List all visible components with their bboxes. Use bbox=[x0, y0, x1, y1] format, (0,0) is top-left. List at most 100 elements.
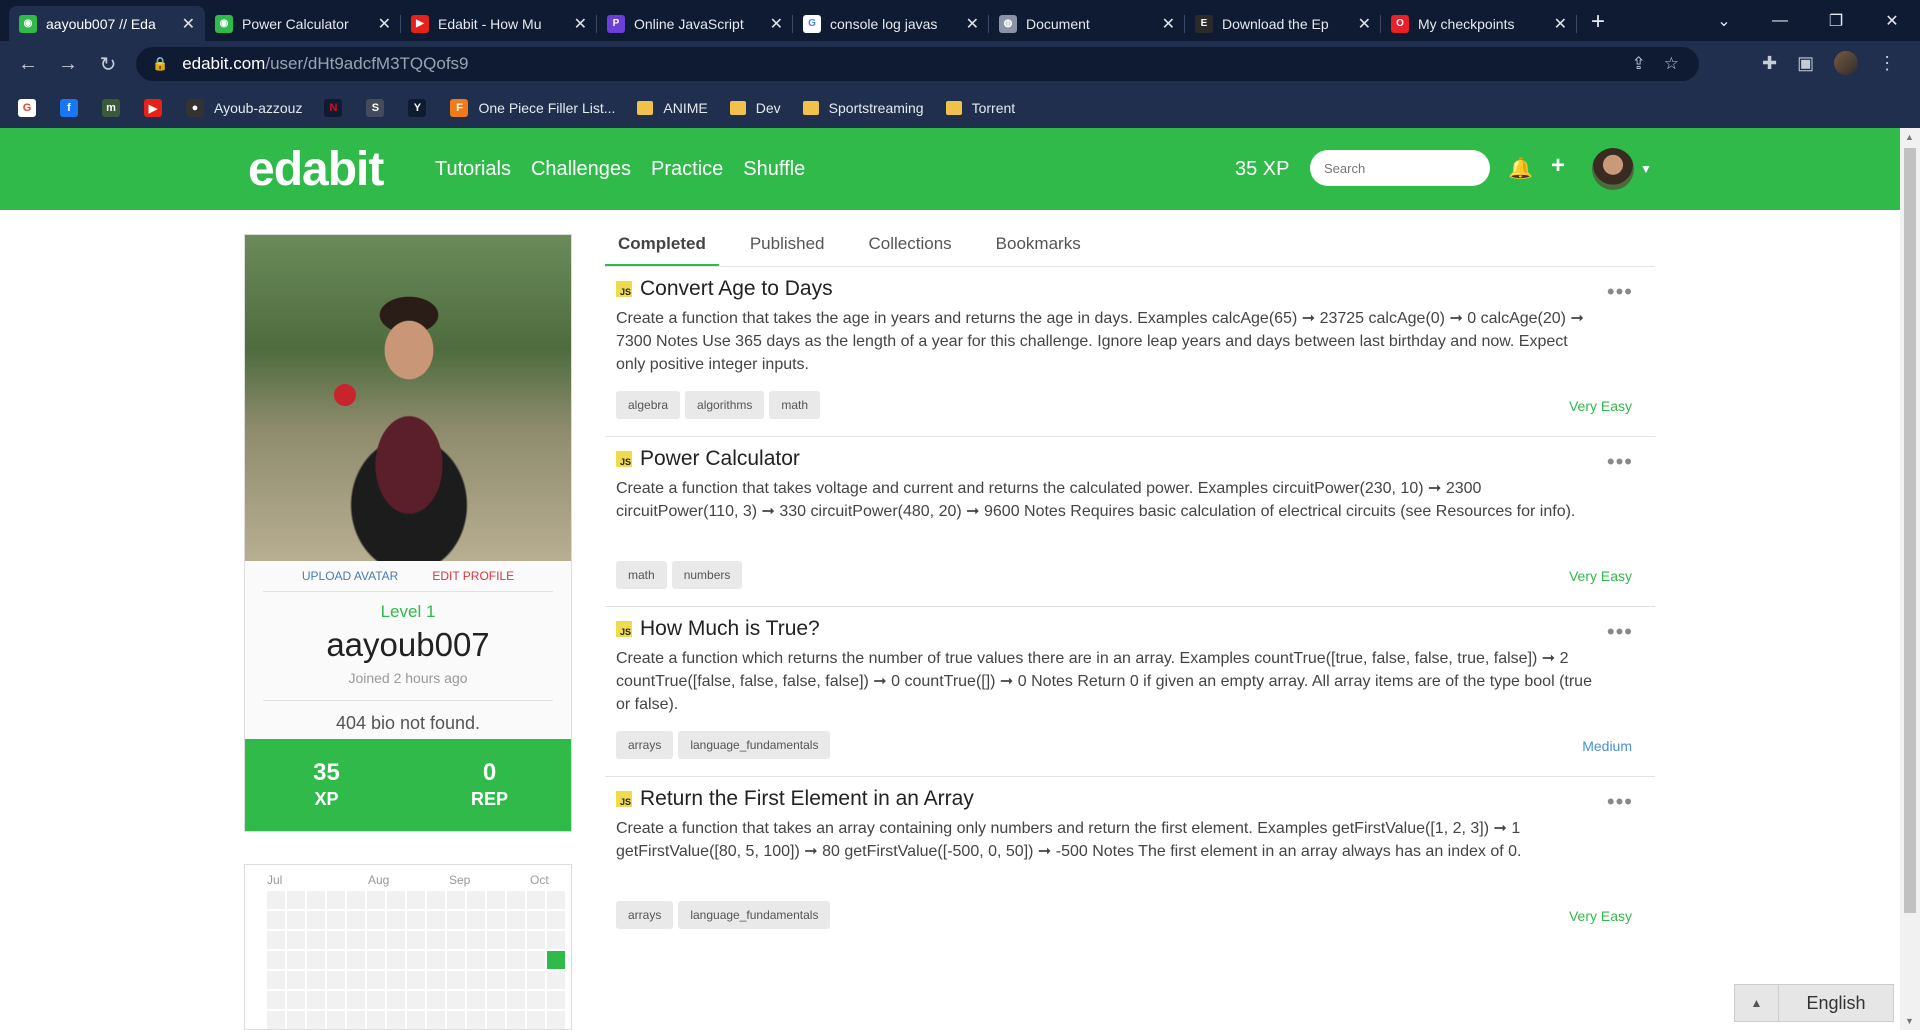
bookmark-item[interactable]: N bbox=[324, 99, 352, 117]
close-tab-icon[interactable]: ✕ bbox=[1358, 14, 1371, 34]
close-tab-icon[interactable]: ✕ bbox=[770, 14, 783, 34]
bookmark-item[interactable]: m bbox=[102, 99, 130, 117]
bookmark-item[interactable]: Y bbox=[408, 99, 436, 117]
heatmap-cell bbox=[407, 891, 425, 909]
scroll-down-arrow[interactable]: ▼ bbox=[1905, 1016, 1914, 1026]
browser-tab[interactable]: ◍ Document ✕ bbox=[989, 6, 1185, 41]
heatmap-cell bbox=[367, 1011, 385, 1029]
scroll-up-arrow[interactable]: ▲ bbox=[1905, 132, 1914, 142]
browser-tab[interactable]: O My checkpoints ✕ bbox=[1381, 6, 1577, 41]
bookmark-item[interactable]: Torrent bbox=[945, 100, 1015, 116]
lock-icon[interactable]: 🔒 bbox=[152, 56, 168, 72]
bell-icon[interactable]: 🔔 bbox=[1508, 156, 1533, 181]
more-options-icon[interactable]: ••• bbox=[1607, 789, 1633, 815]
browser-tab[interactable]: Gconsole log javas ✕ bbox=[793, 6, 989, 41]
close-tab-icon[interactable]: ✕ bbox=[378, 14, 391, 34]
heatmap-cell bbox=[267, 1011, 285, 1029]
scrollbar-thumb[interactable] bbox=[1904, 148, 1916, 913]
challenge-title-row[interactable]: JS Return the First Element in an Array bbox=[616, 787, 974, 811]
challenge-card[interactable]: JS Convert Age to Days ••• Create a func… bbox=[605, 267, 1655, 437]
user-avatar[interactable] bbox=[1592, 148, 1634, 190]
tag-chip[interactable]: arrays bbox=[616, 901, 674, 929]
tag-chip[interactable]: math bbox=[616, 561, 667, 589]
minimize-button[interactable]: — bbox=[1752, 12, 1808, 30]
tab-completed[interactable]: Completed bbox=[605, 228, 719, 267]
edabit-logo[interactable]: edabit bbox=[248, 142, 384, 197]
more-options-icon[interactable]: ••• bbox=[1607, 279, 1633, 305]
browser-tab[interactable]: E Download the Ep ✕ bbox=[1185, 6, 1381, 41]
url-input[interactable]: 🔒 edabit.com/user/dHt9adcfM3TQQofs9 ⇪ ☆ bbox=[136, 47, 1699, 81]
tag-chip[interactable]: algebra bbox=[616, 391, 681, 419]
search-input[interactable] bbox=[1310, 150, 1490, 186]
heatmap-cell bbox=[307, 971, 325, 989]
tag-chip[interactable]: numbers bbox=[671, 561, 743, 589]
bookmark-item[interactable]: S bbox=[366, 99, 394, 117]
new-tab-button[interactable]: + bbox=[1577, 8, 1619, 41]
edit-profile-link[interactable]: EDIT PROFILE bbox=[432, 569, 514, 583]
browser-tab[interactable]: ▶ Edabit - How Mu ✕ bbox=[401, 6, 597, 41]
challenge-title[interactable]: How Much is True? bbox=[640, 617, 820, 641]
bookmark-item[interactable]: f bbox=[60, 99, 88, 117]
forward-button[interactable]: → bbox=[48, 53, 88, 76]
bookmark-star-icon[interactable]: ☆ bbox=[1664, 54, 1679, 74]
plus-icon[interactable]: + bbox=[1551, 152, 1565, 180]
challenge-title[interactable]: Convert Age to Days bbox=[640, 277, 833, 301]
browser-menu-icon[interactable]: ⋮ bbox=[1878, 53, 1896, 74]
bookmark-item[interactable]: Dev bbox=[729, 100, 781, 116]
tab-collections[interactable]: Collections bbox=[856, 228, 965, 267]
bookmark-item[interactable]: ● Ayoub-azzouz bbox=[186, 99, 302, 117]
close-tab-icon[interactable]: ✕ bbox=[1162, 14, 1175, 34]
bookmark-item[interactable]: G bbox=[18, 99, 46, 117]
extensions-puzzle-icon[interactable]: ✚ bbox=[1762, 53, 1777, 74]
chevron-down-icon[interactable]: ▼ bbox=[1640, 162, 1652, 176]
browser-tab[interactable]: ◉ aayoub007 // Eda ✕ bbox=[9, 6, 205, 41]
challenge-title-row[interactable]: JS Convert Age to Days bbox=[616, 277, 833, 301]
close-tab-icon[interactable]: ✕ bbox=[966, 14, 979, 34]
tag-chip[interactable]: math bbox=[769, 391, 821, 419]
more-options-icon[interactable]: ••• bbox=[1607, 619, 1633, 645]
heatmap-cell bbox=[407, 911, 425, 929]
tag-chip[interactable]: language_fundamentals bbox=[678, 731, 831, 759]
restore-button[interactable]: ❐ bbox=[1808, 11, 1864, 31]
challenge-title-row[interactable]: JS Power Calculator bbox=[616, 447, 800, 471]
upload-avatar-link[interactable]: UPLOAD AVATAR bbox=[302, 569, 398, 583]
bookmark-label: One Piece Filler List... bbox=[478, 100, 616, 116]
bookmark-item[interactable]: Sportstreaming bbox=[802, 100, 924, 116]
close-tab-icon[interactable]: ✕ bbox=[574, 14, 587, 34]
nav-practice[interactable]: Practice bbox=[651, 158, 723, 181]
challenge-title-row[interactable]: JS How Much is True? bbox=[616, 617, 820, 641]
close-tab-icon[interactable]: ✕ bbox=[182, 14, 195, 34]
tag-chip[interactable]: arrays bbox=[616, 731, 674, 759]
language-selector[interactable]: ▲ English bbox=[1734, 984, 1894, 1022]
bookmark-item[interactable]: F One Piece Filler List... bbox=[450, 99, 615, 117]
challenge-card[interactable]: JS Power Calculator ••• Create a functio… bbox=[605, 437, 1655, 607]
challenge-description: Create a function which returns the numb… bbox=[616, 650, 1592, 713]
nav-challenges[interactable]: Challenges bbox=[531, 158, 631, 181]
close-window-button[interactable]: ✕ bbox=[1864, 11, 1920, 31]
tag-chip[interactable]: language_fundamentals bbox=[678, 901, 831, 929]
page-scrollbar[interactable]: ▲ ▼ bbox=[1900, 128, 1920, 1030]
tab-published[interactable]: Published bbox=[737, 228, 838, 267]
more-options-icon[interactable]: ••• bbox=[1607, 449, 1633, 475]
challenge-title[interactable]: Return the First Element in an Array bbox=[640, 787, 974, 811]
browser-tab[interactable]: ◉ Power Calculator ✕ bbox=[205, 6, 401, 41]
bookmark-item[interactable]: ANIME bbox=[637, 100, 708, 116]
chevron-up-icon[interactable]: ▲ bbox=[1735, 985, 1779, 1021]
tag-chip[interactable]: algorithms bbox=[685, 391, 765, 419]
challenge-card[interactable]: JS How Much is True? ••• Create a functi… bbox=[605, 607, 1655, 777]
side-panel-icon[interactable]: ▣ bbox=[1797, 53, 1814, 74]
back-button[interactable]: ← bbox=[8, 53, 48, 76]
tab-search-icon[interactable]: ⌄ bbox=[1696, 11, 1752, 31]
challenge-title[interactable]: Power Calculator bbox=[640, 447, 800, 471]
nav-shuffle[interactable]: Shuffle bbox=[743, 158, 805, 181]
reload-button[interactable]: ↻ bbox=[88, 52, 128, 77]
tab-bookmarks[interactable]: Bookmarks bbox=[983, 228, 1094, 267]
bookmark-item[interactable]: ▶ bbox=[144, 99, 172, 117]
browser-profile-avatar[interactable] bbox=[1834, 51, 1859, 75]
opera-icon: O bbox=[1391, 14, 1409, 33]
browser-tab[interactable]: P Online JavaScript ✕ bbox=[597, 6, 793, 41]
close-tab-icon[interactable]: ✕ bbox=[1554, 14, 1567, 34]
share-icon[interactable]: ⇪ bbox=[1632, 54, 1646, 74]
challenge-card[interactable]: JS Return the First Element in an Array … bbox=[605, 777, 1655, 947]
nav-tutorials[interactable]: Tutorials bbox=[435, 158, 511, 181]
